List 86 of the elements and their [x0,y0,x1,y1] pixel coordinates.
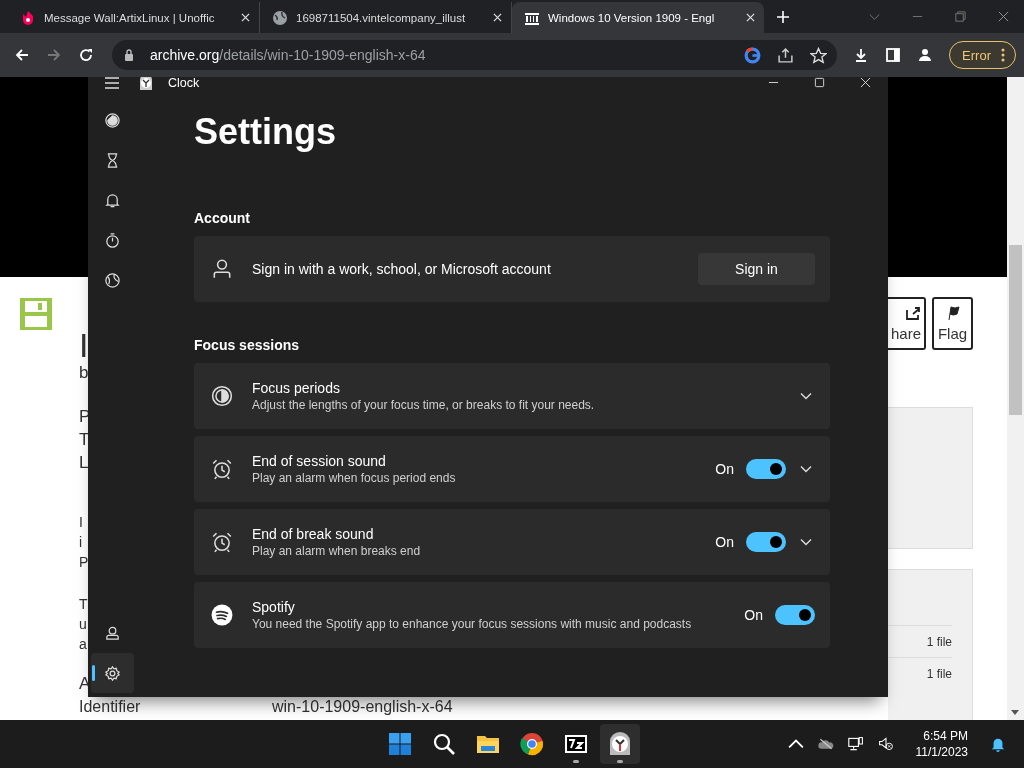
network-icon[interactable] [847,736,864,752]
menu-icon[interactable] [104,77,120,90]
restore-icon[interactable] [954,10,967,23]
share-button[interactable]: hare [888,297,926,350]
globe-icon [272,9,288,26]
spotify-icon [211,604,233,626]
metadata-label: Identifier [79,697,142,717]
browser-icon [520,732,544,756]
more-icon[interactable] [1001,48,1005,62]
flag-button[interactable]: Flag [932,297,973,350]
close-icon[interactable] [997,10,1010,23]
toggle-label: On [744,607,763,623]
settings-icon [104,664,121,682]
byline-text: b [79,362,89,384]
scrollbar-thumb[interactable] [1009,245,1022,415]
setting-title: End of session sound [252,452,386,470]
page-heading: Settings [194,110,337,154]
description-text: T [79,595,88,614]
forward-arrow-icon[interactable] [46,47,62,63]
file-count: 1 file [926,666,952,681]
metadata-value: win-10-1909-english-x-64 [272,697,453,717]
lock-icon [124,49,134,61]
description-text: I [79,513,83,532]
description-text: T [79,429,90,451]
setting-title: Spotify [252,598,295,616]
focus-icon [104,111,121,129]
profile-icon[interactable] [917,47,934,63]
chevron-down-icon[interactable] [800,538,812,546]
description-text: a [79,635,87,654]
error-button[interactable]: Error [949,41,1016,69]
focus-icon [211,385,233,407]
window-title: Clock [168,77,200,90]
taskbar-time[interactable]: 6:54 PM [923,728,968,744]
globe-icon [104,271,121,289]
setting-title: End of break sound [252,525,374,543]
description-text: i [79,533,83,552]
flame-icon [20,9,36,26]
sign-in-button[interactable]: Sign in [698,253,815,285]
section-heading: Focus sessions [194,336,301,355]
search-icon [432,732,456,756]
setting-description: Adjust the lengths of your focus time, or breaks to fit your needs. [252,397,595,413]
reload-icon[interactable] [78,47,94,63]
description-text: u [79,615,87,634]
setting-description: You need the Spotify app to enhance your focus sessions with music and podcasts [252,616,692,632]
bell-icon [104,191,121,209]
setting-description: Play an alarm when breaks end [252,543,421,559]
start-icon [388,732,412,756]
chevron-down-icon[interactable] [800,392,812,400]
toggle-switch[interactable] [746,532,786,552]
file-count: 1 file [926,634,952,649]
speaker-muted-icon[interactable] [877,736,894,752]
section-heading: Account [194,209,251,228]
taskbar-date[interactable]: 11/1/2023 [915,744,968,760]
maximize-icon[interactable] [814,77,825,88]
setting-title: Sign in with a work, school, or Microsoft account [252,260,551,278]
alarm-clock-icon [211,531,233,553]
setting-title: Focus periods [252,379,340,397]
description-text: L [79,452,89,474]
toggle-label: On [715,534,734,550]
share-icon[interactable] [777,46,795,64]
share-icon [905,305,921,321]
toggle-switch[interactable] [746,459,786,479]
clock-icon [608,732,632,756]
back-arrow-icon[interactable] [14,47,30,63]
toggle-switch[interactable] [775,605,815,625]
person-icon [104,624,121,642]
side-panel-icon[interactable] [885,47,902,63]
taskbar-app[interactable] [600,724,640,764]
archiver-icon [564,732,588,756]
google-icon[interactable] [744,46,762,64]
page-title: I [79,329,89,361]
toggle-label: On [715,461,734,477]
setting-description: Play an alarm when focus period ends [252,470,456,486]
stopwatch-icon [104,231,121,249]
person-icon [211,258,233,280]
plus-icon[interactable] [776,10,790,24]
star-icon[interactable] [810,46,828,64]
address-field[interactable]: archive.org/details/win-10-1909-english-x-64 [112,40,838,70]
cloud-off-icon[interactable] [817,736,834,752]
bell-icon[interactable] [990,736,1006,752]
description-text: P [79,553,89,572]
scroll-down-icon[interactable] [1011,710,1019,716]
nav-item[interactable] [91,653,134,693]
browser-tab[interactable]: Windows 10 Version 1909 - Engl [512,2,764,33]
alarm-clock-icon [211,458,233,480]
chevron-down-icon[interactable] [800,465,812,473]
